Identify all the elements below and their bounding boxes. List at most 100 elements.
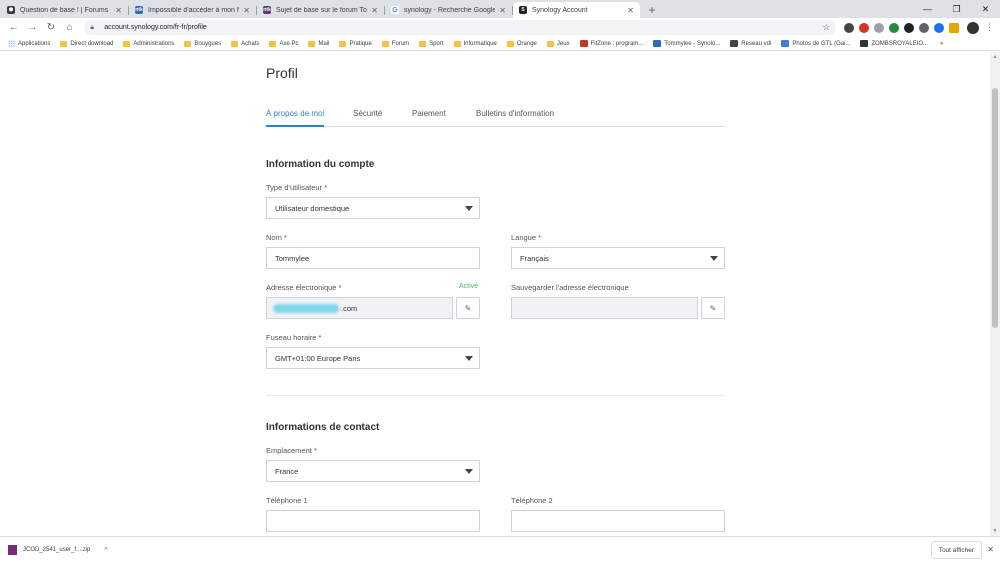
browser-tab[interactable]: ntk Impossible d'accéder à mon Na: ✕ [129,2,257,18]
extension-icon[interactable] [874,22,885,33]
tab-newsletters[interactable]: Bulletins d'information [476,109,554,127]
bookmark-item[interactable]: Informatique [453,40,497,47]
bookmark-item[interactable]: Tommylee - Synolo... [653,40,720,47]
bookmark-item[interactable]: Axe Pc [269,40,299,47]
tab-title: synology - Recherche Google [404,6,496,14]
close-tab-icon[interactable]: ✕ [371,6,378,15]
page-title: Profil [266,65,298,81]
close-tab-icon[interactable]: ✕ [627,6,634,15]
download-filename: JCOD_2541_user_f....zip [23,547,91,553]
bookmark-item[interactable]: Administrations [123,40,174,47]
url-text: account.synology.com/fr-fr/profile [104,24,207,31]
address-bar[interactable]: 🔒︎ account.synology.com/fr-fr/profile ☆ [84,20,837,35]
browser-tab[interactable]: S Synology Account ✕ [513,2,640,18]
browser-tab[interactable]: ⬢ Question de base ! | Forums ✕ [1,2,129,18]
bookmark-item[interactable]: ZOMBSROYALEIO... [860,40,928,47]
bookmark-star-icon[interactable]: ☆ [822,22,830,33]
new-tab-button[interactable]: + [644,2,660,18]
bookmark-item[interactable]: Direct download [60,40,113,47]
extension-icon[interactable] [904,22,915,33]
bookmark-item[interactable]: Jeux [546,40,570,47]
reload-button[interactable]: ↻ [43,20,59,36]
folder-icon [269,40,277,47]
scroll-up-arrow-icon[interactable]: ▲ [990,52,1000,62]
browser-menu-icon[interactable]: ⋮ [985,22,994,33]
show-all-downloads-button[interactable]: Tout afficher [930,541,982,559]
timezone-select[interactable]: GMT+01:00 Europe Paris [266,347,480,369]
contact-section-title: Informations de contact [266,422,380,433]
bookmark-label: ZOMBSROYALEIO... [871,40,929,47]
bookmark-item[interactable]: Reseau vdi [730,40,771,47]
tab-favicon-icon: S [519,6,527,14]
close-window-button[interactable]: ✕ [971,0,1000,18]
bookmark-label: Tommylee - Synolo... [664,40,721,47]
bookmark-item[interactable]: Achats [231,40,259,47]
bookmark-item[interactable]: FitZone : program... [579,40,643,47]
folder-icon [60,40,68,47]
location-select[interactable]: France [266,460,480,482]
tab-security[interactable]: Sécurité [353,109,382,127]
close-icon[interactable]: ✕ [987,545,994,554]
minimize-button[interactable]: — [913,0,942,18]
profile-tabs: À propos de moi Sécurité Paiement Bullet… [266,109,725,127]
maximize-button[interactable]: ❐ [942,0,971,18]
close-tab-icon[interactable]: ✕ [499,6,506,15]
phone1-input[interactable] [266,510,480,532]
bookmark-item[interactable]: Orange [506,40,537,47]
folder-icon [453,40,461,47]
bookmark-item[interactable]: Forum [381,40,409,47]
language-label: Langue * [511,233,542,242]
adblock-icon[interactable] [859,22,870,33]
extension-icon[interactable] [844,22,855,33]
language-select[interactable]: Français [511,247,725,269]
extension-icon[interactable] [934,22,945,33]
profile-avatar[interactable] [967,21,980,34]
tab-strip: ⬢ Question de base ! | Forums ✕ ntk Impossib… [0,0,1000,18]
lock-icon: 🔒︎ [90,23,94,31]
tab-payment[interactable]: Paiement [412,109,446,127]
site-favicon-icon [860,40,869,47]
tab-favicon-icon: G [391,6,399,14]
bookmark-item[interactable]: Mail [308,40,329,47]
name-input[interactable]: Tommylee [266,247,480,269]
section-divider [266,395,725,396]
extension-icon[interactable] [889,22,900,33]
download-bar: JCOD_2541_user_f....zip ^ Tout afficher … [0,536,1000,563]
extension-icon[interactable] [919,22,930,33]
browser-tab[interactable]: ntk Sujet de base sur le forum Tom ✕ [257,2,385,18]
location-label: Emplacement * [266,446,317,455]
bookmark-item[interactable]: Bouygues [184,40,221,47]
folder-icon [546,40,554,47]
bookmark-item[interactable]: Photos de GTL (Gai... [781,40,850,47]
scroll-down-arrow-icon[interactable]: ▼ [990,526,1000,536]
phone2-input[interactable] [511,510,725,532]
chevron-up-icon[interactable]: ^ [104,547,107,554]
location-value: France [275,466,299,476]
user-type-select[interactable]: Utilisateur domestique [266,197,480,219]
edit-email-button[interactable]: ✎ [456,297,480,319]
account-section-title: Information du compte [266,159,375,170]
bookmark-item[interactable]: Sport [419,40,444,47]
bookmark-item[interactable]: Pratique [339,40,372,47]
forward-button[interactable]: → [25,20,41,36]
tab-about-me[interactable]: À propos de moi [266,109,325,127]
close-tab-icon[interactable]: ✕ [243,6,250,15]
email-status-badge: Activé [459,283,479,290]
browser-tab[interactable]: Gsynology - Recherche Google ✕ [385,2,513,18]
download-item[interactable]: JCOD_2541_user_f....zip ^ [8,545,118,555]
vlc-icon[interactable] [949,22,960,33]
more-bookmarks-button[interactable]: » [940,41,943,47]
extensions [844,22,960,33]
page-scrollbar[interactable]: ▲ ▼ [990,52,1000,536]
close-tab-icon[interactable]: ✕ [115,6,122,15]
scrollbar-thumb[interactable] [992,88,998,328]
back-button[interactable]: ← [6,20,22,36]
chevron-down-icon [465,356,473,361]
bookmark-item[interactable]: Applications [8,40,50,47]
page-content: Profil À propos de moi Sécurité Paiement… [0,52,990,536]
folder-icon [506,40,514,47]
home-button[interactable]: ⌂ [62,20,78,36]
edit-backup-email-button[interactable]: ✎ [701,297,725,319]
bookmark-label: Axe Pc [279,40,299,47]
bookmark-label: Jeux [556,40,570,47]
